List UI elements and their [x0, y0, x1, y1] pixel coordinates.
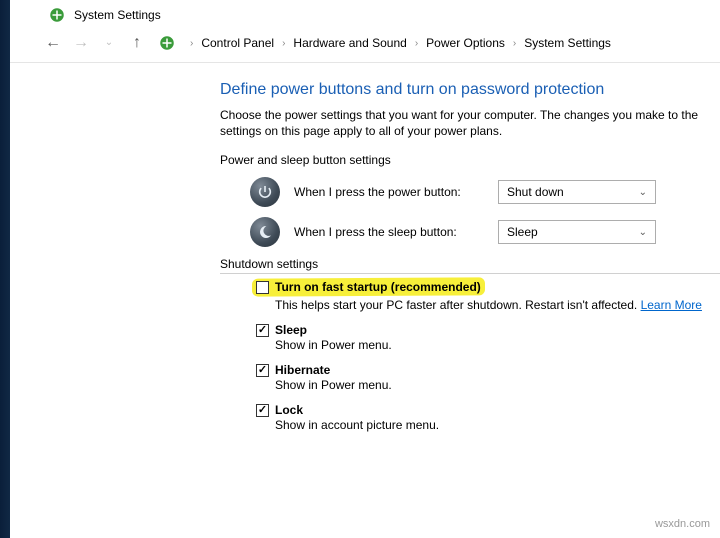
power-button-row: When I press the power button: Shut down… [250, 177, 720, 207]
sleep-desc: Show in Power menu. [275, 337, 720, 353]
power-options-icon [48, 6, 66, 24]
breadcrumb-control-panel[interactable]: Control Panel [201, 36, 274, 50]
sleep-button-select[interactable]: Sleep ⌄ [498, 220, 656, 244]
page-description: Choose the power settings that you want … [220, 107, 720, 139]
power-button-select[interactable]: Shut down ⌄ [498, 180, 656, 204]
chevron-down-icon: ⌄ [639, 187, 647, 198]
fast-startup-label: Turn on fast startup (recommended) [275, 280, 481, 294]
breadcrumb[interactable]: › Control Panel › Hardware and Sound › P… [186, 36, 611, 50]
lock-checkbox[interactable] [256, 404, 269, 417]
chevron-right-icon[interactable]: › [411, 38, 422, 49]
breadcrumb-power-options[interactable]: Power Options [426, 36, 505, 50]
sleep-checkbox[interactable] [256, 324, 269, 337]
hibernate-label: Hibernate [275, 363, 330, 377]
fast-startup-desc: This helps start your PC faster after sh… [275, 297, 720, 313]
titlebar: System Settings [0, 0, 720, 28]
window-edge [0, 0, 10, 538]
lock-label: Lock [275, 403, 303, 417]
breadcrumb-icon [158, 34, 176, 52]
power-icon [250, 177, 280, 207]
sleep-label: Sleep [275, 323, 307, 337]
recent-locations-button[interactable]: ⌄ [98, 32, 120, 54]
content-area: Define power buttons and turn on passwor… [0, 63, 720, 434]
lock-option: Lock Show in account picture menu. [256, 403, 720, 433]
hibernate-desc: Show in Power menu. [275, 377, 720, 393]
sleep-icon [250, 217, 280, 247]
chevron-right-icon[interactable]: › [186, 38, 197, 49]
power-button-value: Shut down [507, 185, 564, 199]
breadcrumb-system-settings[interactable]: System Settings [524, 36, 611, 50]
sleep-button-row: When I press the sleep button: Sleep ⌄ [250, 217, 720, 247]
chevron-right-icon[interactable]: › [278, 38, 289, 49]
lock-desc: Show in account picture menu. [275, 417, 720, 433]
sleep-button-label: When I press the sleep button: [294, 225, 484, 239]
watermark: wsxdn.com [655, 518, 710, 530]
chevron-right-icon[interactable]: › [509, 38, 520, 49]
fast-startup-checkbox[interactable] [256, 281, 269, 294]
sleep-button-value: Sleep [507, 225, 538, 239]
back-button[interactable]: ← [42, 32, 64, 54]
hibernate-checkbox[interactable] [256, 364, 269, 377]
window-title: System Settings [74, 8, 161, 22]
breadcrumb-hardware-sound[interactable]: Hardware and Sound [293, 36, 406, 50]
chevron-down-icon: ⌄ [639, 227, 647, 238]
fast-startup-option: Turn on fast startup (recommended) This … [256, 280, 720, 313]
page-title: Define power buttons and turn on passwor… [220, 81, 720, 99]
hibernate-option: Hibernate Show in Power menu. [256, 363, 720, 393]
sleep-option: Sleep Show in Power menu. [256, 323, 720, 353]
navbar: ← → ⌄ ↑ › Control Panel › Hardware and S… [0, 28, 720, 63]
up-button[interactable]: ↑ [126, 32, 148, 54]
section-shutdown-heading: Shutdown settings [220, 257, 720, 274]
forward-button[interactable]: → [70, 32, 92, 54]
learn-more-link[interactable]: Learn More [641, 298, 702, 312]
section-power-sleep-heading: Power and sleep button settings [220, 153, 720, 167]
power-button-label: When I press the power button: [294, 185, 484, 199]
